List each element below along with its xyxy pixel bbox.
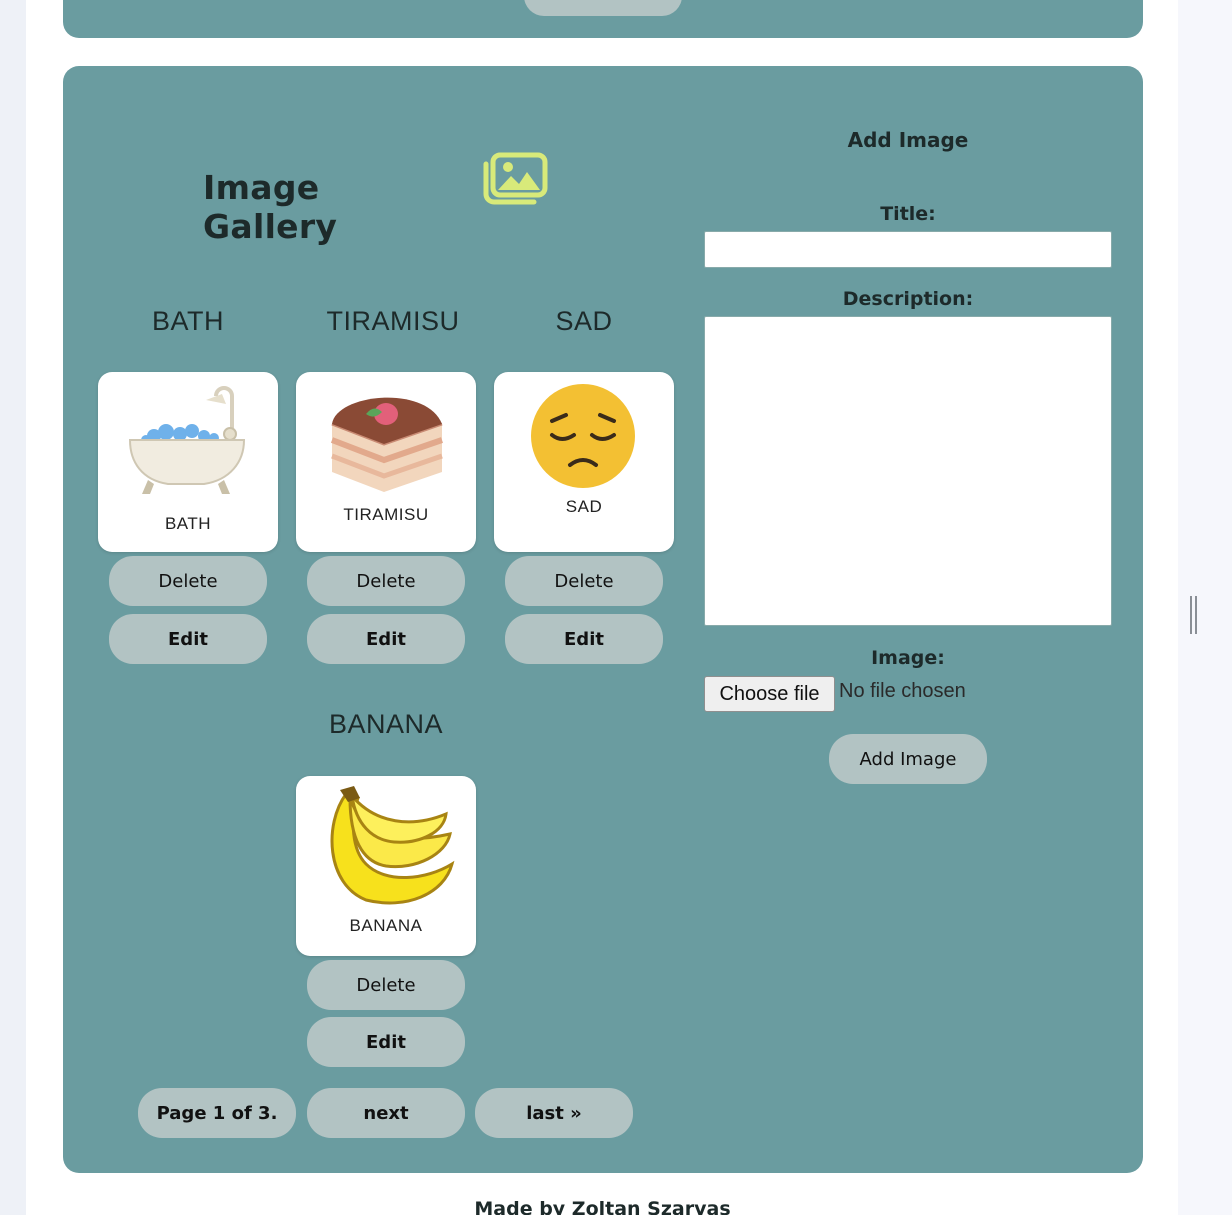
image-card-tiramisu[interactable]: TIRAMISU: [296, 372, 476, 552]
tiramisu-icon: [330, 397, 443, 492]
card-title-sad: SAD: [555, 306, 613, 336]
gallery-panel: Image Gallery BATH BATH Delete Edit TIRA…: [63, 66, 1143, 1173]
next-page-button[interactable]: next: [307, 1088, 465, 1138]
image-card-sad[interactable]: SAD: [494, 372, 674, 552]
footer-credit: Made by Zoltan Szarvas: [474, 1198, 731, 1215]
previous-section-button[interactable]: [524, 0, 682, 16]
card-caption: SAD: [565, 497, 603, 516]
sad-face-icon: [531, 384, 635, 488]
edit-button-banana[interactable]: Edit: [307, 1017, 465, 1067]
description-input[interactable]: [704, 316, 1112, 626]
resize-handle[interactable]: [1188, 596, 1198, 634]
image-card-bath[interactable]: BATH: [98, 372, 278, 552]
delete-button-sad[interactable]: Delete: [505, 556, 663, 606]
gallery-title: Image Gallery: [203, 168, 338, 246]
image-card-banana[interactable]: BANANA: [296, 776, 476, 956]
card-title-banana: BANANA: [328, 709, 444, 739]
bathtub-icon: [128, 386, 246, 494]
delete-button-tiramisu[interactable]: Delete: [307, 556, 465, 606]
add-image-button[interactable]: Add Image: [829, 734, 987, 784]
card-caption: BANANA: [349, 916, 423, 935]
previous-section-panel: [63, 0, 1143, 38]
edit-button-tiramisu[interactable]: Edit: [307, 614, 465, 664]
delete-button-banana[interactable]: Delete: [307, 960, 465, 1010]
form-heading: Add Image: [847, 128, 969, 152]
right-gutter: [1178, 0, 1232, 1215]
choose-file-button[interactable]: Choose file: [704, 676, 835, 712]
card-title-tiramisu: TIRAMISU: [326, 306, 460, 336]
title-input[interactable]: [704, 231, 1112, 268]
image-gallery-icon: [483, 152, 548, 205]
image-label: Image:: [871, 647, 945, 669]
page-info-button[interactable]: Page 1 of 3.: [138, 1088, 296, 1138]
file-status: No file chosen: [839, 680, 966, 702]
edit-button-sad[interactable]: Edit: [505, 614, 663, 664]
delete-button-bath[interactable]: Delete: [109, 556, 267, 606]
card-title-bath: BATH: [151, 306, 224, 336]
card-caption: TIRAMISU: [343, 505, 429, 524]
card-caption: BATH: [164, 514, 212, 533]
last-page-button[interactable]: last »: [475, 1088, 633, 1138]
edit-button-bath[interactable]: Edit: [109, 614, 267, 664]
title-label: Title:: [880, 203, 936, 225]
description-label: Description:: [842, 288, 974, 310]
banana-icon: [330, 786, 455, 905]
